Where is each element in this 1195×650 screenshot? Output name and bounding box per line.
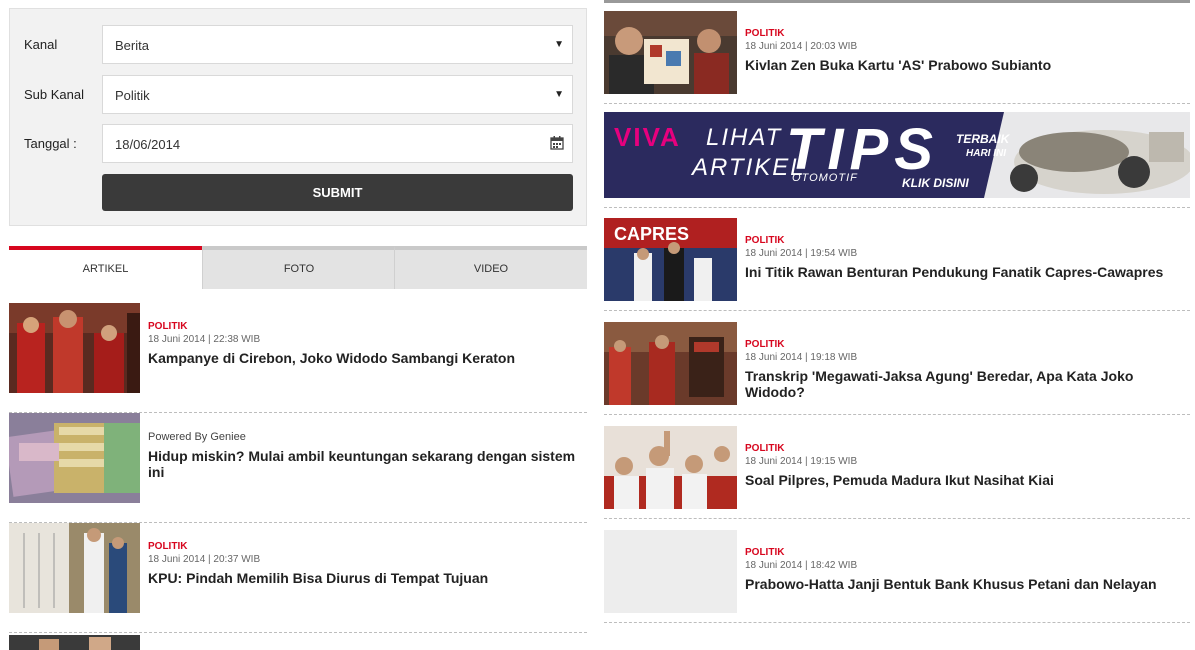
- news-title[interactable]: Transkrip 'Megawati-Jaksa Agung' Beredar…: [745, 368, 1186, 400]
- news-thumbnail[interactable]: [604, 426, 737, 509]
- news-thumbnail[interactable]: [604, 322, 737, 405]
- news-thumbnail[interactable]: [604, 11, 737, 94]
- subkanal-label: Sub Kanal: [24, 87, 84, 102]
- ad-banner[interactable]: VIVA LIHAT ARTIKEL TIPS OTOMOTIF TERBAIK…: [604, 112, 1190, 198]
- news-text: Powered By Geniee Hidup miskin? Mulai am…: [148, 431, 579, 480]
- news-thumbnail[interactable]: [9, 413, 140, 503]
- kanal-select-value: Berita: [115, 38, 149, 53]
- tanggal-input-value: 18/06/2014: [115, 137, 181, 152]
- news-category[interactable]: POLITIK: [745, 547, 1186, 558]
- news-text: POLITIK 18 Juni 2014 | 19:18 WIB Transkr…: [745, 339, 1186, 400]
- news-text: POLITIK 18 Juni 2014 | 19:15 WIB Soal Pi…: [745, 443, 1186, 488]
- list-item[interactable]: POLITIK 18 Juni 2014 | 20:37 WIB KPU: Pi…: [9, 523, 587, 633]
- calendar-icon[interactable]: [550, 135, 564, 150]
- news-thumbnail-placeholder[interactable]: [604, 530, 737, 613]
- tab-artikel[interactable]: ARTIKEL: [9, 246, 202, 289]
- news-title[interactable]: Kampanye di Cirebon, Joko Widodo Sambang…: [148, 350, 579, 366]
- svg-text:CAPRES: CAPRES: [614, 224, 689, 244]
- news-text: POLITIK 18 Juni 2014 | 22:38 WIB Kampany…: [148, 321, 579, 366]
- subkanal-row: Sub Kanal Politik ▼: [10, 75, 586, 115]
- news-date: 18 Juni 2014 | 18:42 WIB: [745, 560, 858, 571]
- news-thumbnail[interactable]: [9, 303, 140, 393]
- news-title[interactable]: Hidup miskin? Mulai ambil keuntungan sek…: [148, 448, 579, 480]
- news-category[interactable]: POLITIK: [148, 541, 579, 552]
- news-category[interactable]: POLITIK: [745, 443, 1186, 454]
- news-thumbnail[interactable]: [9, 635, 140, 650]
- news-date: 18 Juni 2014 | 20:37 WIB: [148, 554, 261, 565]
- news-date: 18 Juni 2014 | 20:03 WIB: [745, 41, 858, 52]
- banner-side1: TERBAIK: [956, 132, 1010, 146]
- top-divider: [604, 0, 1190, 3]
- news-date: 18 Juni 2014 | 19:54 WIB: [745, 248, 858, 259]
- news-date: 18 Juni 2014 | 19:15 WIB: [745, 456, 858, 467]
- caret-down-icon: ▼: [554, 89, 564, 100]
- viva-logo: VIVA: [614, 122, 681, 153]
- list-item[interactable]: POLITIK 18 Juni 2014 | 19:15 WIB Soal Pi…: [604, 415, 1190, 519]
- news-thumbnail[interactable]: [9, 523, 140, 613]
- banner-line1: LIHAT: [706, 124, 783, 151]
- news-thumbnail[interactable]: CAPRES: [604, 218, 737, 301]
- list-item[interactable]: POLITIK 18 Juni 2014 | 19:18 WIB Transkr…: [604, 311, 1190, 415]
- tanggal-date-input[interactable]: 18/06/2014: [102, 124, 573, 163]
- tab-foto[interactable]: FOTO: [202, 246, 395, 289]
- tab-video[interactable]: VIDEO: [394, 246, 587, 289]
- news-text: POLITIK 18 Juni 2014 | 19:54 WIB Ini Tit…: [745, 235, 1186, 280]
- news-text: POLITIK 18 Juni 2014 | 20:37 WIB KPU: Pi…: [148, 541, 579, 586]
- tanggal-label: Tanggal :: [24, 136, 77, 151]
- banner-side2: HARI INI: [966, 148, 1006, 159]
- news-date: 18 Juni 2014 | 19:18 WIB: [745, 352, 858, 363]
- kanal-row: Kanal Berita ▼: [10, 25, 586, 65]
- banner-cta[interactable]: KLIK DISINI: [902, 176, 969, 190]
- news-title[interactable]: Ini Titik Rawan Benturan Pendukung Fanat…: [745, 264, 1186, 280]
- news-text: POLITIK 18 Juni 2014 | 20:03 WIB Kivlan …: [745, 28, 1186, 73]
- list-item[interactable]: POLITIK 18 Juni 2014 | 18:42 WIB Prabowo…: [604, 519, 1190, 623]
- list-item[interactable]: POLITIK 18 Juni 2014 | 22:38 WIB Kampany…: [9, 303, 587, 413]
- subkanal-select-value: Politik: [115, 88, 150, 103]
- list-item[interactable]: POLITIK 18 Juni 2014 | 20:03 WIB Kivlan …: [604, 0, 1190, 104]
- news-category[interactable]: POLITIK: [745, 339, 1186, 350]
- left-column: Kanal Berita ▼ Sub Kanal Politik ▼ Tangg…: [9, 8, 587, 650]
- tanggal-row: Tanggal : 18/06/2014: [10, 124, 586, 164]
- viva-logo-text: VIVA: [614, 122, 681, 152]
- submit-button[interactable]: SUBMIT: [102, 174, 573, 211]
- news-title[interactable]: Soal Pilpres, Pemuda Madura Ikut Nasihat…: [745, 472, 1186, 488]
- caret-down-icon: ▼: [554, 39, 564, 50]
- news-category[interactable]: POLITIK: [745, 235, 1186, 246]
- list-item[interactable]: CAPRES POLITIK 18 Juni 2014 | 19:54 WIB …: [604, 207, 1190, 311]
- news-category[interactable]: POLITIK: [148, 321, 579, 332]
- filter-form: Kanal Berita ▼ Sub Kanal Politik ▼ Tangg…: [9, 8, 587, 226]
- subkanal-select[interactable]: Politik ▼: [102, 75, 573, 114]
- news-title[interactable]: Prabowo-Hatta Janji Bentuk Bank Khusus P…: [745, 576, 1186, 592]
- news-title[interactable]: KPU: Pindah Memilih Bisa Diurus di Tempa…: [148, 570, 579, 586]
- sponsor-label: Powered By Geniee: [148, 431, 246, 443]
- kanal-select[interactable]: Berita ▼: [102, 25, 573, 64]
- content-tabs: ARTIKEL FOTO VIDEO: [9, 246, 587, 289]
- news-text: POLITIK 18 Juni 2014 | 18:42 WIB Prabowo…: [745, 547, 1186, 592]
- list-item-sponsored[interactable]: Powered By Geniee Hidup miskin? Mulai am…: [9, 413, 587, 523]
- kanal-label: Kanal: [24, 37, 58, 52]
- banner-sub: OTOMOTIF: [792, 172, 858, 184]
- news-category[interactable]: POLITIK: [745, 28, 1186, 39]
- news-title[interactable]: Kivlan Zen Buka Kartu 'AS' Prabowo Subia…: [745, 57, 1186, 73]
- news-date: 18 Juni 2014 | 22:38 WIB: [148, 334, 261, 345]
